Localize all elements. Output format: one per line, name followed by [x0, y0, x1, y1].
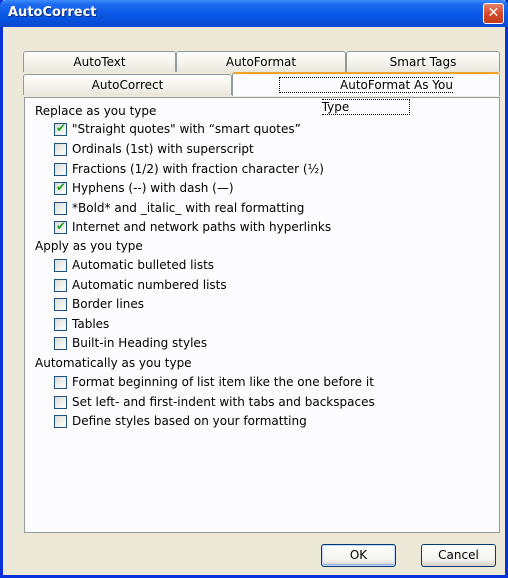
tab-autoformat[interactable]: AutoFormat — [176, 51, 346, 72]
checkbox[interactable] — [54, 396, 67, 409]
checkbox[interactable]: ✔ — [54, 180, 67, 195]
checkbox[interactable] — [54, 376, 67, 389]
ok-button[interactable]: OK — [321, 544, 396, 567]
checkmark-icon — [55, 141, 67, 153]
checkbox[interactable] — [54, 143, 67, 156]
option-label: "Straight quotes" with “smart quotes” — [72, 122, 301, 136]
tab-label: Smart Tags — [389, 55, 457, 69]
option-label: Automatic bulleted lists — [72, 258, 215, 272]
tab-autotext[interactable]: AutoText — [23, 51, 176, 72]
checkmark-icon — [55, 316, 67, 328]
option-label: Hyphens (--) with dash (—) — [72, 181, 234, 195]
option-label: Automatic numbered lists — [72, 278, 227, 292]
option-label: Fractions (1/2) with fraction character … — [72, 162, 324, 176]
section-label-apply: Apply as you type — [35, 239, 143, 253]
checkmark-icon — [55, 277, 67, 289]
checkmark-icon — [55, 413, 67, 425]
checkbox[interactable] — [54, 415, 67, 428]
checkbox[interactable] — [54, 337, 67, 350]
checkmark-icon: ✔ — [55, 219, 67, 233]
option-label: Tables — [72, 317, 110, 331]
tab-smart-tags[interactable]: Smart Tags — [346, 51, 500, 72]
tab-label: AutoFormat — [225, 55, 297, 69]
close-icon: ✕ — [487, 5, 500, 21]
section-label-replace: Replace as you type — [35, 104, 157, 118]
tab-label: AutoCorrect — [91, 78, 164, 92]
checkmark-icon — [55, 296, 67, 308]
option-label: Define styles based on your formatting — [72, 414, 307, 428]
checkbox[interactable] — [54, 163, 67, 176]
checkbox[interactable] — [54, 279, 67, 292]
option-label: Border lines — [72, 297, 144, 311]
option-label: Ordinals (1st) with superscript — [72, 142, 254, 156]
cancel-button[interactable]: Cancel — [421, 544, 496, 567]
checkbox[interactable]: ✔ — [54, 121, 67, 136]
title-bar[interactable]: AutoCorrect ✕ — [0, 0, 508, 27]
checkmark-icon — [55, 161, 67, 173]
checkmark-icon: ✔ — [55, 121, 67, 135]
checkbox[interactable]: ✔ — [54, 219, 67, 234]
option-label: Set left- and first-indent with tabs and… — [72, 395, 375, 409]
section-label-automatically: Automatically as you type — [35, 356, 192, 370]
option-label: Format beginning of list item like the o… — [72, 375, 374, 389]
checkmark-icon: ✔ — [55, 180, 67, 194]
checkmark-icon — [55, 257, 67, 269]
option-label: *Bold* and _italic_ with real formatting — [72, 201, 305, 215]
checkbox[interactable] — [54, 259, 67, 272]
option-label: Internet and network paths with hyperlin… — [72, 220, 332, 234]
tab-autoformat-as-you-type[interactable]: AutoFormat As You Type — [232, 72, 500, 115]
close-button[interactable]: ✕ — [483, 3, 504, 24]
tab-panel: Replace as you type ✔ "Straight quotes" … — [24, 97, 500, 533]
checkbox[interactable] — [54, 202, 67, 215]
option-label: Built-in Heading styles — [72, 336, 208, 350]
checkbox[interactable] — [54, 298, 67, 311]
checkmark-icon — [55, 335, 67, 347]
checkbox[interactable] — [54, 318, 67, 331]
checkmark-icon — [55, 200, 67, 212]
tab-autocorrect[interactable]: AutoCorrect — [23, 74, 232, 95]
autocorrect-dialog: AutoCorrect ✕ AutoText AutoFormat Smart … — [0, 0, 508, 578]
window-title: AutoCorrect — [8, 5, 97, 20]
checkmark-icon — [55, 394, 67, 406]
tab-label: AutoText — [73, 55, 126, 69]
checkmark-icon — [55, 374, 67, 386]
